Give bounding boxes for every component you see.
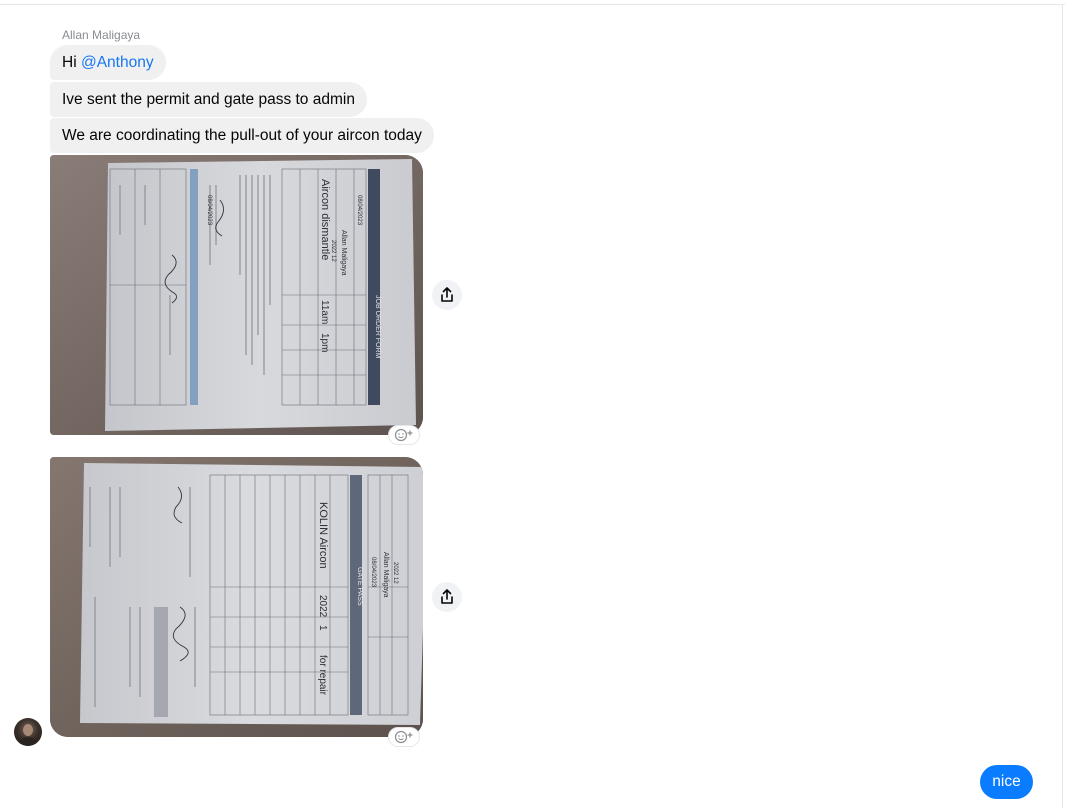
photo-attachment-job-order[interactable]: JOB ORDER FORM 08/04/2023 Allan Maligaya… xyxy=(50,155,423,435)
message-text: Ive sent the permit and gate pass to adm… xyxy=(62,91,355,108)
message-text: We are coordinating the pull-out of your… xyxy=(62,127,422,144)
job-order-photo: JOB ORDER FORM 08/04/2023 Allan Maligaya… xyxy=(50,155,423,435)
doc-work: Aircon dismantle xyxy=(319,179,331,260)
message-bubble-greeting[interactable]: Hi @Anthony xyxy=(50,45,166,80)
greeting-text: Hi xyxy=(62,54,81,71)
add-reaction-icon xyxy=(394,428,413,442)
doc-unit: 2022 12 xyxy=(392,562,398,584)
doc-time-start: 11am xyxy=(319,300,330,324)
add-reaction-button[interactable] xyxy=(388,727,420,747)
photo-attachment-gate-pass[interactable]: GATE PASS 08/04/2023 Allan Maligaya 2022… xyxy=(50,457,423,737)
gate-pass-photo: GATE PASS 08/04/2023 Allan Maligaya 2022… xyxy=(50,457,423,737)
doc-name: Allan Maligaya xyxy=(340,230,347,276)
doc-time-end: 1pm xyxy=(319,333,330,352)
share-button[interactable] xyxy=(432,582,462,612)
doc-name: Allan Maligaya xyxy=(382,552,389,598)
share-icon xyxy=(441,589,453,604)
share-icon xyxy=(441,287,453,302)
message-bubble-permit[interactable]: Ive sent the permit and gate pass to adm… xyxy=(50,82,367,117)
mention-link[interactable]: @Anthony xyxy=(81,54,154,71)
sender-name: Allan Maligaya xyxy=(62,28,141,42)
doc-qty: 1 xyxy=(317,625,328,631)
my-message-text: nice xyxy=(992,773,1021,790)
header-divider xyxy=(0,4,1065,5)
avatar-shoulders xyxy=(18,737,38,746)
share-button[interactable] xyxy=(432,280,462,310)
doc-date: 08/04/2023 xyxy=(356,195,362,226)
my-message-bubble[interactable]: nice xyxy=(980,765,1033,799)
add-reaction-button[interactable] xyxy=(388,425,420,445)
doc-heading: GATE PASS xyxy=(356,567,363,606)
doc-purpose: for repair xyxy=(317,655,328,696)
message-bubble-coordination[interactable]: We are coordinating the pull-out of your… xyxy=(50,118,434,153)
doc-item: KOLIN Aircon xyxy=(317,502,329,569)
add-reaction-icon xyxy=(394,730,413,744)
avatar-face xyxy=(23,724,33,736)
doc-heading: JOB ORDER FORM xyxy=(374,295,381,359)
doc-date: 08/04/2023 xyxy=(370,557,376,588)
panel-border xyxy=(1062,4,1063,808)
contact-avatar[interactable] xyxy=(14,718,42,746)
doc-sign-date: 08/04/2023 xyxy=(206,195,212,226)
doc-unit-no: 2022 xyxy=(317,595,328,618)
